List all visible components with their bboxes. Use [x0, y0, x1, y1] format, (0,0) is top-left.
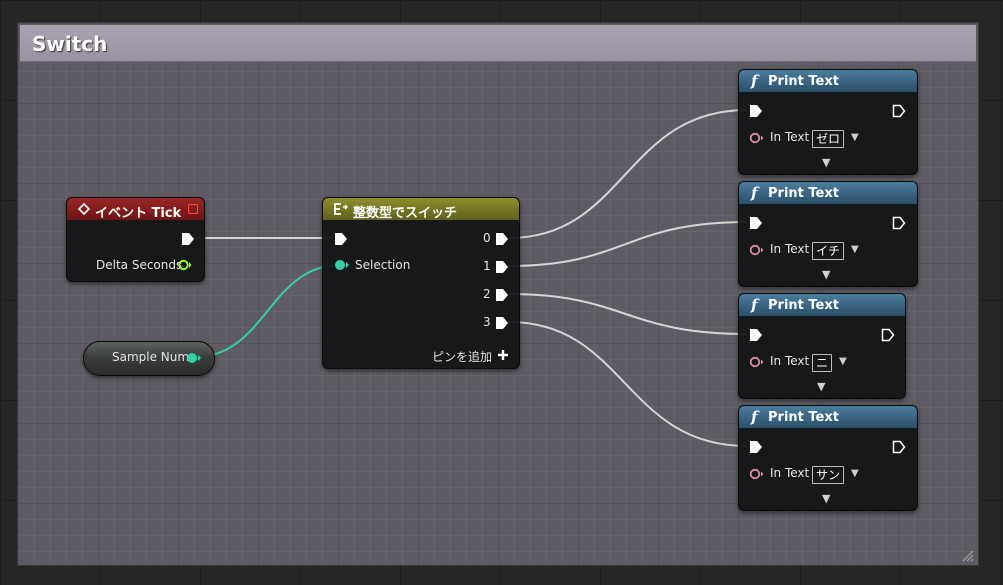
exec-out-pin[interactable] — [892, 216, 906, 230]
print-text-header: f Print Text — [739, 294, 905, 316]
dropdown-arrow-icon[interactable]: ▼ — [851, 132, 859, 143]
text-pin-icon[interactable] — [749, 468, 765, 480]
exec-out-pin-1[interactable] — [495, 260, 509, 274]
exec-in-pin[interactable] — [749, 328, 763, 342]
in-text-label: In Text — [770, 354, 810, 368]
selection-label: Selection — [355, 258, 411, 272]
print-text-node-2[interactable]: f Print Text In Text イチ ▼ ▼ — [738, 181, 918, 287]
exec-out-pin-3[interactable] — [495, 316, 509, 330]
event-tick-header: イベント Tick — [67, 198, 204, 220]
case-1-label: 1 — [483, 259, 491, 273]
delegate-pin-icon[interactable] — [188, 204, 198, 214]
in-text-label: In Text — [770, 466, 810, 480]
exec-out-pin[interactable] — [181, 232, 195, 246]
text-pin-icon[interactable] — [749, 356, 765, 368]
exec-out-pin[interactable] — [881, 328, 895, 342]
advanced-expand-icon[interactable]: ▼ — [822, 492, 830, 505]
exec-out-pin[interactable] — [892, 440, 906, 454]
advanced-expand-icon[interactable]: ▼ — [822, 156, 830, 169]
exec-in-pin[interactable] — [334, 232, 348, 246]
advanced-expand-icon[interactable]: ▼ — [822, 268, 830, 281]
in-text-value-box[interactable]: イチ — [812, 242, 845, 260]
dropdown-arrow-icon[interactable]: ▼ — [839, 356, 847, 367]
plus-icon[interactable] — [497, 349, 509, 361]
print-text-header: f Print Text — [739, 70, 917, 92]
in-text-value-box[interactable]: ニ — [812, 354, 833, 372]
print-text-header: f Print Text — [739, 406, 917, 428]
event-tick-node[interactable]: イベント Tick Delta Seconds — [66, 197, 205, 282]
dropdown-arrow-icon[interactable]: ▼ — [851, 244, 859, 255]
integer-pin-icon[interactable] — [334, 259, 350, 271]
exec-in-pin[interactable] — [749, 216, 763, 230]
exec-in-pin[interactable] — [749, 440, 763, 454]
text-pin-icon[interactable] — [749, 244, 765, 256]
print-text-title: Print Text — [768, 186, 839, 201]
text-pin-icon[interactable] — [749, 132, 765, 144]
in-text-value-box[interactable]: サン — [812, 466, 845, 484]
print-text-title: Print Text — [768, 74, 839, 89]
print-text-node-3[interactable]: f Print Text In Text ニ ▼ ▼ — [738, 293, 906, 399]
print-text-node-4[interactable]: f Print Text In Text サン ▼ ▼ — [738, 405, 918, 511]
delta-seconds-label: Delta Seconds — [96, 258, 183, 272]
function-icon: f — [751, 296, 758, 314]
print-text-title: Print Text — [768, 298, 839, 313]
event-tick-title: イベント Tick — [95, 206, 182, 220]
function-icon: f — [751, 72, 758, 90]
function-icon: f — [751, 184, 758, 202]
exec-out-pin[interactable] — [892, 104, 906, 118]
switch-title: 整数型でスイッチ — [353, 206, 458, 220]
print-text-header: f Print Text — [739, 182, 917, 204]
integer-pin-icon[interactable] — [186, 352, 202, 364]
in-text-value-box[interactable]: ゼロ — [812, 130, 845, 148]
in-text-label: In Text — [770, 242, 810, 256]
add-pin-label[interactable]: ピンを追加 — [432, 348, 492, 365]
case-0-label: 0 — [483, 231, 491, 245]
print-text-node-1[interactable]: f Print Text In Text ゼロ ▼ ▼ — [738, 69, 918, 175]
case-2-label: 2 — [483, 287, 491, 301]
switch-on-int-node[interactable]: 整数型でスイッチ Selection 0 1 2 3 ピンを追加 — [322, 197, 520, 369]
function-icon: f — [751, 408, 758, 426]
sample-num-label: Sample Num — [112, 350, 190, 364]
comment-header[interactable]: Switch — [20, 25, 976, 62]
sample-num-node[interactable]: Sample Num — [83, 341, 215, 376]
exec-in-pin[interactable] — [749, 104, 763, 118]
exec-out-pin-2[interactable] — [495, 288, 509, 302]
print-text-title: Print Text — [768, 410, 839, 425]
comment-title: Switch — [32, 32, 108, 56]
exec-out-pin-0[interactable] — [495, 232, 509, 246]
advanced-expand-icon[interactable]: ▼ — [817, 380, 825, 393]
switch-header: 整数型でスイッチ — [323, 198, 519, 220]
dropdown-arrow-icon[interactable]: ▼ — [851, 468, 859, 479]
event-diamond-icon — [78, 203, 90, 215]
switch-icon — [334, 203, 348, 215]
resize-grip-icon[interactable] — [960, 548, 974, 562]
float-pin-icon[interactable] — [178, 259, 192, 271]
in-text-label: In Text — [770, 130, 810, 144]
case-3-label: 3 — [483, 315, 491, 329]
